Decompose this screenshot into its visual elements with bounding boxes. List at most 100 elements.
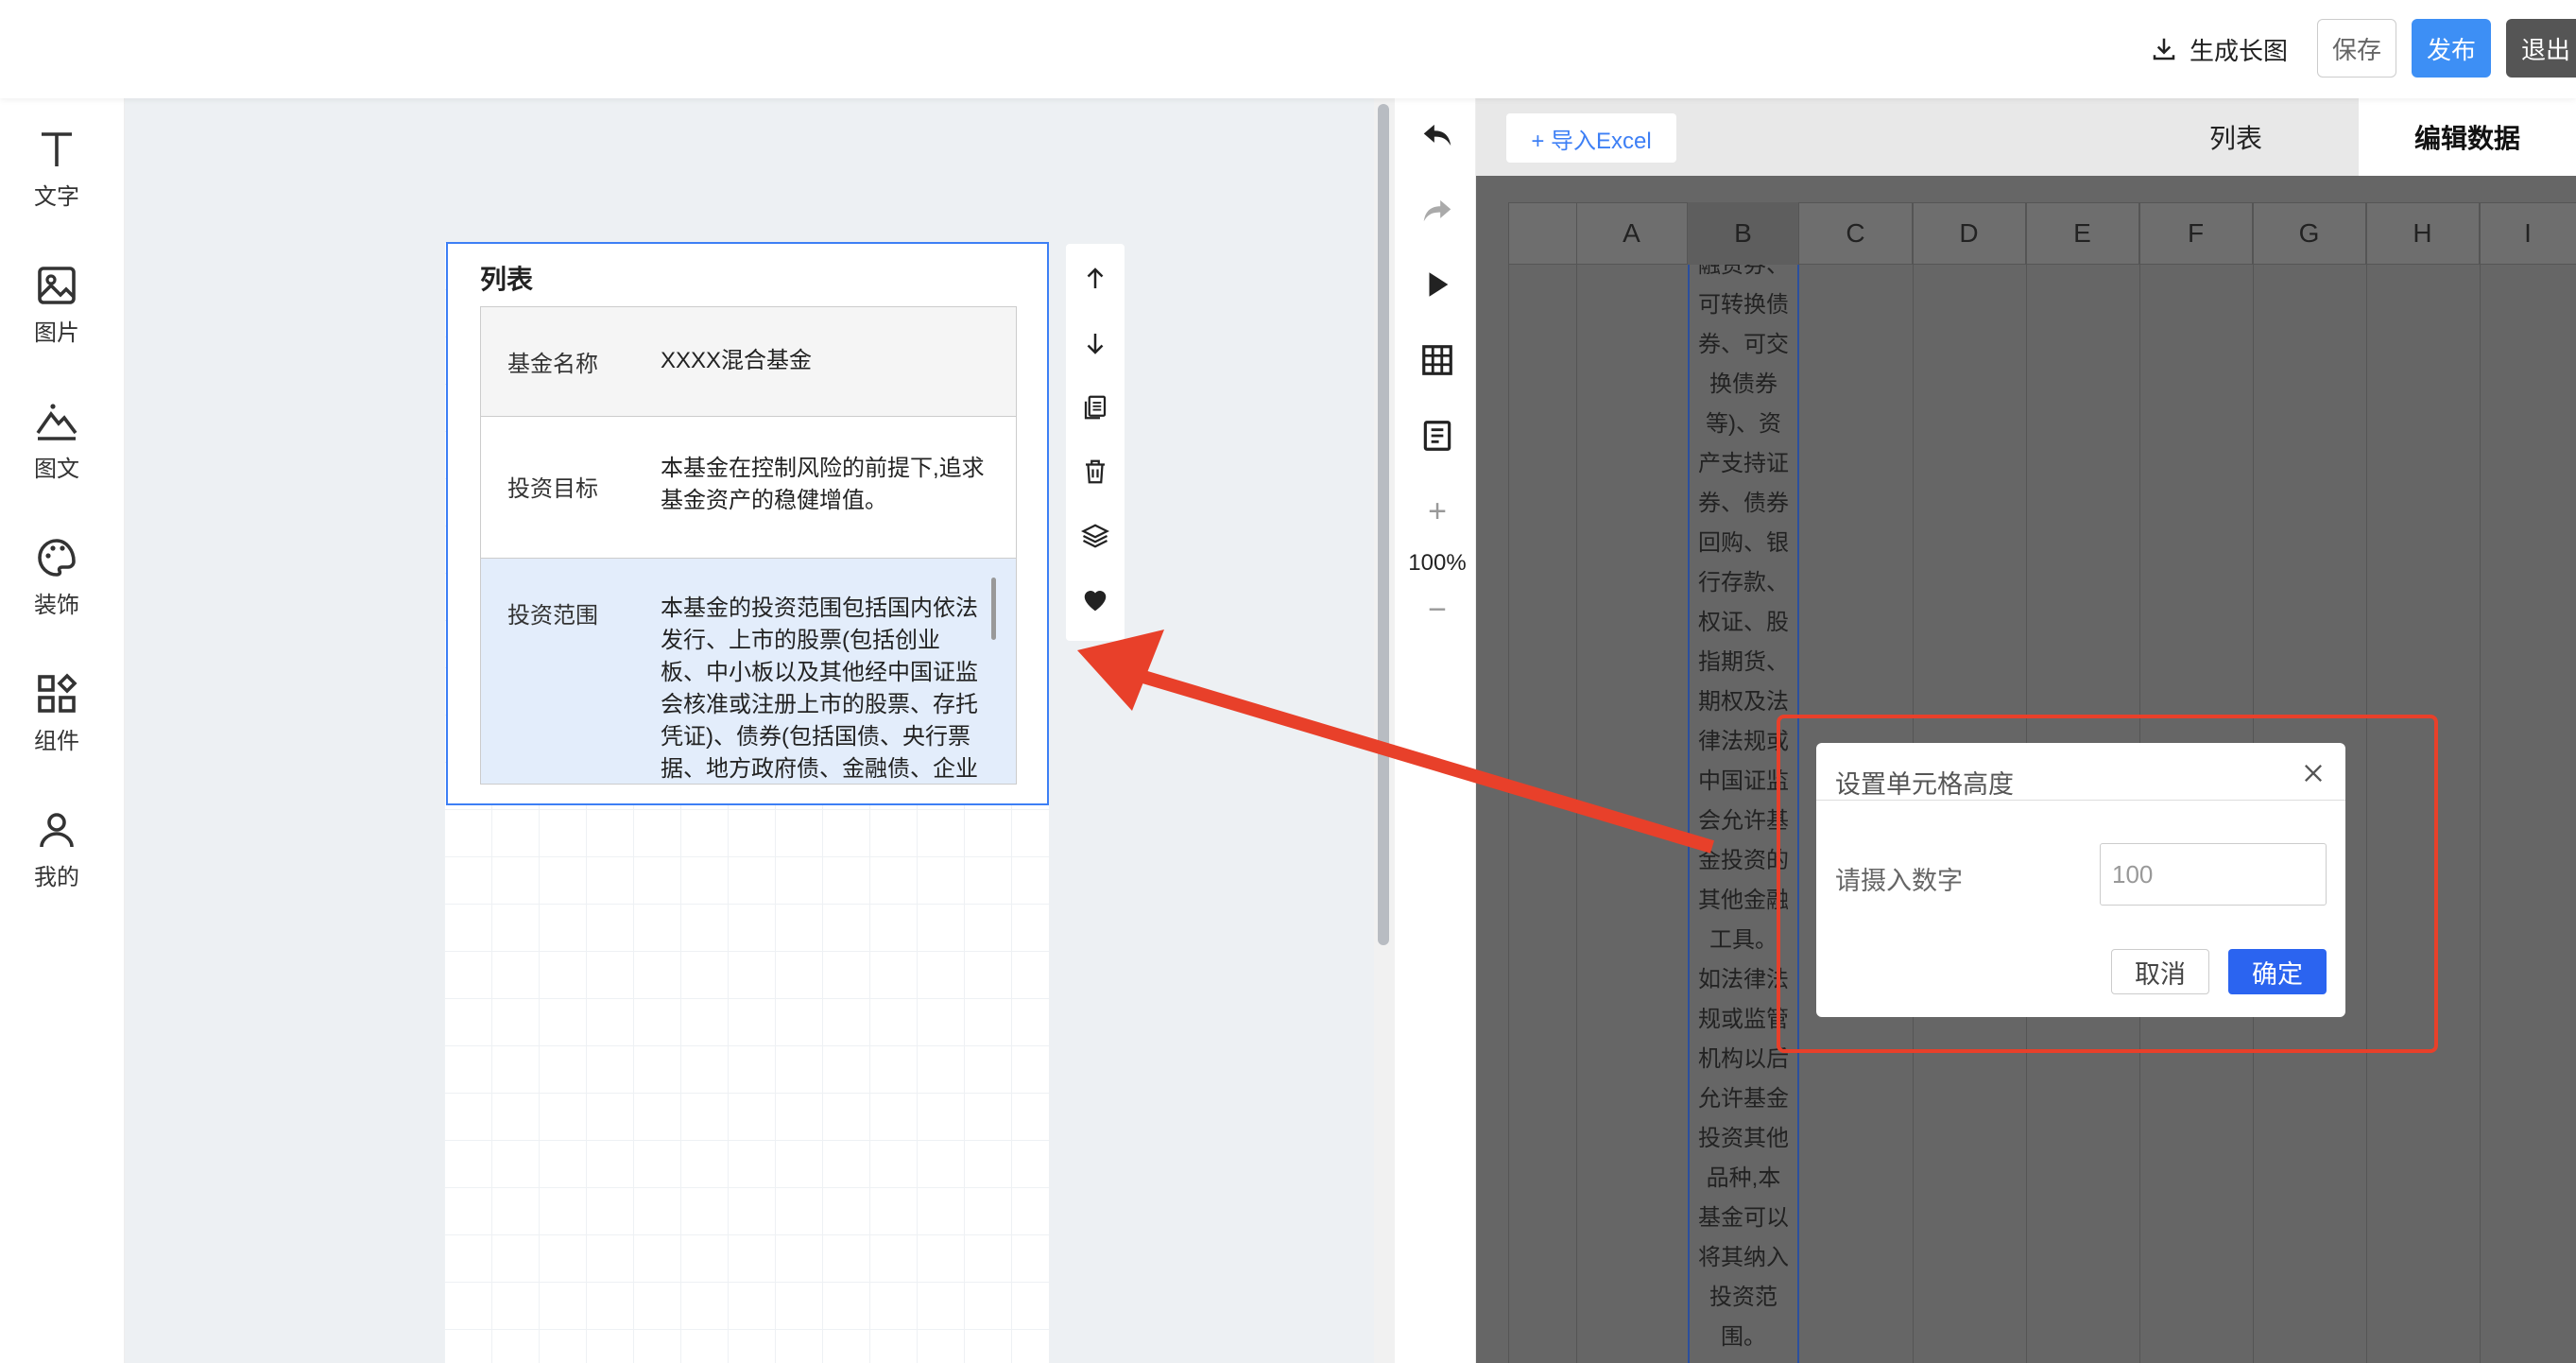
sidebar-item-label: 图片 <box>34 320 79 346</box>
column-header-b[interactable]: B <box>1688 202 1799 265</box>
generate-image-button[interactable]: 生成长图 <box>2143 28 2294 70</box>
sidebar-item-mine[interactable]: 我的 <box>0 807 113 891</box>
cell-b-line: 券、债券 <box>1698 491 1789 516</box>
left-sidebar: 文字 图片 图文 装饰 组件 我的 <box>0 98 125 1363</box>
sidebar-item-graphic[interactable]: 图文 <box>0 399 113 483</box>
publish-label: 发布 <box>2426 35 2476 64</box>
cell-b-line: 权证、股 <box>1698 610 1789 635</box>
zoom-level: 100% <box>1408 550 1467 576</box>
image-icon <box>38 267 76 304</box>
sidebar-item-label: 装饰 <box>34 593 79 618</box>
table-row-selected[interactable]: 投资范围 本基金的投资范围包括国内依法 发行、上市的股票(包括创业 板、中小板以… <box>481 559 1016 784</box>
list-widget[interactable]: 列表 基金名称 XXXX混合基金 投资目标 本基金在控制风险的前提下,追求 基金… <box>446 242 1049 805</box>
widget-toolbox <box>1066 244 1125 641</box>
palette-icon <box>38 539 76 577</box>
cell-b-line: 基金可以 <box>1698 1205 1789 1231</box>
field-label: 请摄入数字 <box>1835 867 1963 895</box>
cell-b-line: 行存款、 <box>1698 570 1789 595</box>
tab-label: 列表 <box>2208 124 2262 153</box>
cell-b-line: 将其纳入 <box>1698 1245 1789 1270</box>
height-input-value: 100 <box>2112 859 2154 889</box>
table-row[interactable]: 投资目标 本基金在控制风险的前提下,追求 基金资产的稳健增值。 <box>481 417 1016 559</box>
tab-list[interactable]: 列表 <box>2113 98 2359 176</box>
editor-toolbar: + 100% − <box>1399 98 1476 1363</box>
confirm-button[interactable]: 确定 <box>2228 949 2327 994</box>
user-icon <box>40 813 74 848</box>
column-header-a[interactable]: A <box>1576 202 1688 265</box>
save-label: 保存 <box>2331 35 2381 64</box>
trash-icon[interactable] <box>1081 457 1109 486</box>
confirm-label: 确定 <box>2252 959 2303 989</box>
column-header-f[interactable]: F <box>2139 202 2253 265</box>
row-value-line: 发行、上市的股票(包括创业 <box>661 628 940 653</box>
row-value-line: 基金资产的稳健增值。 <box>661 488 887 513</box>
column-header-g[interactable]: G <box>2253 202 2366 265</box>
cell-scrollbar[interactable] <box>991 578 996 640</box>
row-label: 投资范围 <box>507 603 598 629</box>
grid-line <box>1576 202 1577 1363</box>
document-icon[interactable] <box>1419 418 1455 454</box>
generate-image-label: 生成长图 <box>2189 36 2288 65</box>
cell-b-line: 融资券、 <box>1698 265 1789 278</box>
column-header-d[interactable]: D <box>1913 202 2026 265</box>
column-header-c[interactable]: C <box>1799 202 1913 265</box>
table-icon[interactable] <box>1419 342 1455 378</box>
redo-icon[interactable] <box>1419 193 1455 229</box>
dialog-title: 设置单元格高度 <box>1835 770 2014 799</box>
sidebar-item-decor[interactable]: 装饰 <box>0 535 113 619</box>
widget-title: 列表 <box>480 265 534 294</box>
import-excel-button[interactable]: + 导入Excel <box>1506 113 1676 163</box>
cell-b-line: 品种,本 <box>1706 1165 1781 1191</box>
arrow-down-icon[interactable] <box>1081 329 1109 357</box>
column-header-i[interactable]: I <box>2480 202 2576 265</box>
row-value-line: 凭证)、债券(包括国债、央行票 <box>661 724 970 750</box>
play-icon[interactable] <box>1421 268 1453 301</box>
row-value-line: 据、地方政府债、金融债、企业 <box>661 756 978 782</box>
cell-b-line: 指期货、 <box>1698 649 1789 675</box>
height-input[interactable]: 100 <box>2100 843 2327 906</box>
layers-icon[interactable] <box>1081 522 1109 550</box>
cell-b-line: 等)、资 <box>1706 411 1781 437</box>
sidebar-item-image[interactable]: 图片 <box>0 263 113 347</box>
column-header-h[interactable]: H <box>2366 202 2480 265</box>
cancel-button[interactable]: 取消 <box>2111 949 2209 994</box>
cell-b-line: 可转换债 <box>1698 292 1789 318</box>
zoom-in-button[interactable]: + <box>1399 493 1476 530</box>
dialog-divider <box>1816 800 2345 801</box>
cell-b-line: 回购、银 <box>1698 530 1789 556</box>
cell-b-line: 产支持证 <box>1698 451 1789 476</box>
row-value-line: 会核准或注册上市的股票、存托 <box>661 692 978 717</box>
close-icon[interactable] <box>2300 760 2327 786</box>
cell-b-line: 券、可交 <box>1698 332 1789 357</box>
table-row[interactable]: 基金名称 XXXX混合基金 <box>481 307 1016 417</box>
sidebar-item-label: 组件 <box>34 729 79 754</box>
sidebar-item-components[interactable]: 组件 <box>0 671 113 755</box>
panel-header: + 导入Excel 列表 编辑数据 <box>1476 98 2576 176</box>
cell-b-line: 围。 <box>1721 1324 1766 1350</box>
copy-icon[interactable] <box>1081 393 1109 422</box>
import-excel-label: + 导入Excel <box>1531 128 1652 154</box>
cell-b-line: 允许基金 <box>1698 1086 1789 1112</box>
download-icon <box>2153 38 2175 60</box>
save-button[interactable]: 保存 <box>2317 19 2396 78</box>
row-value: XXXX混合基金 <box>661 348 813 373</box>
exit-button[interactable]: 退出 <box>2506 19 2576 78</box>
publish-button[interactable]: 发布 <box>2412 19 2491 78</box>
cell-height-dialog: 设置单元格高度 请摄入数字 100 取消 确定 <box>1816 743 2345 1017</box>
grid-line <box>2480 202 2481 1363</box>
heart-icon[interactable] <box>1081 586 1109 614</box>
cell-b-line: 换债券 <box>1709 371 1777 397</box>
row-label: 投资目标 <box>507 476 598 502</box>
arrow-up-icon[interactable] <box>1081 265 1109 293</box>
tab-edit-data[interactable]: 编辑数据 <box>2359 98 2576 176</box>
grid-line <box>1508 202 1509 1363</box>
components-icon <box>38 673 77 713</box>
canvas-scrollbar[interactable] <box>1378 104 1389 945</box>
list-table: 基金名称 XXXX混合基金 投资目标 本基金在控制风险的前提下,追求 基金资产的… <box>480 306 1017 785</box>
zoom-out-button[interactable]: − <box>1399 592 1476 629</box>
undo-icon[interactable] <box>1419 117 1455 153</box>
cancel-label: 取消 <box>2135 959 2186 989</box>
column-header-e[interactable]: E <box>2026 202 2139 265</box>
sidebar-item-text[interactable]: 文字 <box>0 127 113 211</box>
top-bar: 生成长图 保存 发布 退出 <box>0 0 2576 98</box>
